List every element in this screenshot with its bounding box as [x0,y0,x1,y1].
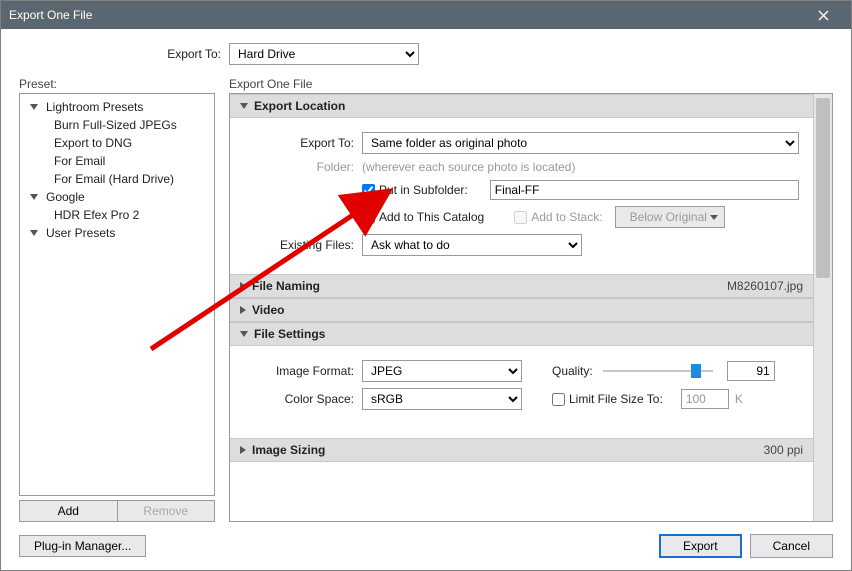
put-subfolder-label: Put in Subfolder: [379,183,468,197]
export-button[interactable]: Export [659,534,742,558]
chevron-down-icon [30,104,38,110]
close-button[interactable] [803,1,843,29]
limit-size-checkbox[interactable] [552,393,565,406]
add-stack-check: Add to Stack: [514,210,602,224]
preset-group[interactable]: Google [20,188,214,206]
section-export-location-head[interactable]: Export Location [230,94,813,118]
plugin-manager-button[interactable]: Plug-in Manager... [19,535,146,557]
chevron-down-icon [30,230,38,236]
subfolder-input[interactable] [490,180,799,200]
preset-group[interactable]: Lightroom Presets [20,98,214,116]
window-title: Export One File [9,8,803,22]
folder-value: (wherever each source photo is located) [362,160,575,174]
export-to-top-label: Export To: [19,47,229,61]
preset-item[interactable]: HDR Efex Pro 2 [20,206,214,224]
section-title: File Naming [252,279,320,293]
section-title: Export Location [254,99,345,113]
chevron-right-icon [240,282,246,290]
preset-item[interactable]: For Email [20,152,214,170]
image-format-select[interactable]: JPEG [362,360,522,382]
existing-label: Existing Files: [244,238,362,252]
preset-item[interactable]: For Email (Hard Drive) [20,170,214,188]
chevron-down-icon [240,331,248,337]
titlebar: Export One File [1,1,851,29]
preset-group-label: Lightroom Presets [46,100,143,114]
quality-input[interactable] [727,361,775,381]
section-label: Export One File [229,77,833,91]
preset-item[interactable]: Export to DNG [20,134,214,152]
preset-label: Preset: [19,77,215,91]
section-export-location-body: Export To: Same folder as original photo… [230,118,813,274]
export-to-top-select[interactable]: Hard Drive [229,43,419,65]
section-title: Video [252,303,284,317]
chevron-right-icon [240,306,246,314]
section-image-sizing-head[interactable]: Image Sizing 300 ppi [230,438,813,462]
color-space-label: Color Space: [244,392,362,406]
preset-remove-button[interactable]: Remove [117,500,216,522]
limit-size-unit: K [735,392,743,406]
scrollbar[interactable] [813,94,832,521]
quality-label: Quality: [552,364,593,378]
chevron-down-icon [30,194,38,200]
slider-thumb[interactable] [691,364,701,378]
put-subfolder-checkbox[interactable] [362,184,375,197]
section-file-settings-head[interactable]: File Settings [230,322,813,346]
preset-tree[interactable]: Lightroom Presets Burn Full-Sized JPEGs … [19,93,215,496]
limit-size-input [681,389,729,409]
add-stack-label: Add to Stack: [531,210,602,224]
limit-size-label: Limit File Size To: [569,392,663,406]
color-space-select[interactable]: sRGB [362,388,522,410]
file-naming-trail: M8260107.jpg [727,279,803,293]
section-file-settings-body: Image Format: JPEG Quality: [230,346,813,428]
panels-scroll[interactable]: Export Location Export To: Same folder a… [230,94,813,521]
cancel-button[interactable]: Cancel [750,534,833,558]
chevron-down-icon [240,103,248,109]
add-catalog-checkbox[interactable] [362,211,375,224]
scrollbar-thumb[interactable] [816,98,830,278]
put-subfolder-check[interactable]: Put in Subfolder: [362,183,468,197]
section-title: File Settings [254,327,325,341]
stack-position-select: Below Original [615,206,725,228]
preset-add-button[interactable]: Add [19,500,118,522]
quality-slider[interactable] [603,364,713,378]
close-icon [818,10,829,21]
section-title: Image Sizing [252,443,325,457]
add-catalog-check[interactable]: Add to This Catalog [362,210,484,224]
image-format-label: Image Format: [244,364,362,378]
preset-group[interactable]: User Presets [20,224,214,242]
existing-files-select[interactable]: Ask what to do [362,234,582,256]
limit-size-check[interactable]: Limit File Size To: [552,392,663,406]
export-to-select[interactable]: Same folder as original photo [362,132,799,154]
add-stack-checkbox [514,211,527,224]
add-catalog-label: Add to This Catalog [379,210,484,224]
preset-item[interactable]: Burn Full-Sized JPEGs [20,116,214,134]
preset-group-label: User Presets [46,226,115,240]
preset-group-label: Google [46,190,85,204]
section-video-head[interactable]: Video [230,298,813,322]
image-sizing-trail: 300 ppi [764,443,803,457]
folder-label: Folder: [244,160,362,174]
chevron-right-icon [240,446,246,454]
export-to-label: Export To: [244,136,362,150]
section-file-naming-head[interactable]: File Naming M8260107.jpg [230,274,813,298]
